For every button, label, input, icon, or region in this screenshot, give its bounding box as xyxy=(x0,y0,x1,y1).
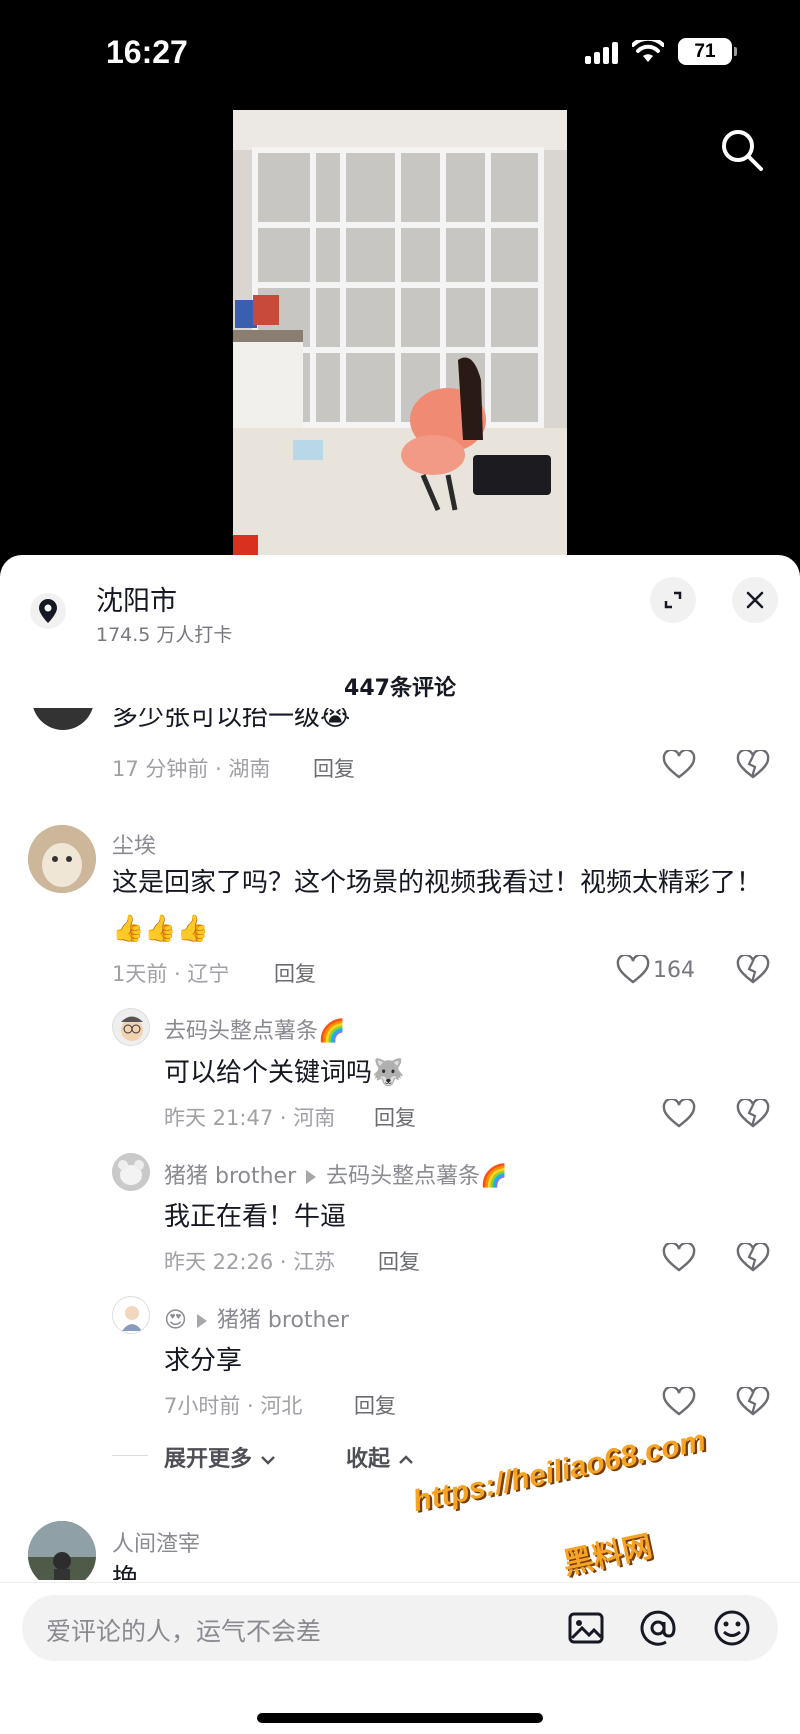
comment-count: 447条评论 xyxy=(344,676,456,701)
heart-icon[interactable] xyxy=(662,1387,696,1417)
heart-icon[interactable] xyxy=(662,1243,696,1273)
comment-text: 可以给个关键词吗🐺 xyxy=(164,1058,405,1088)
comment-username[interactable]: 猪猪 brother xyxy=(164,1164,296,1189)
heart-icon[interactable] xyxy=(662,1099,696,1129)
heart-icon[interactable] xyxy=(616,955,650,985)
reply-arrow-icon xyxy=(306,1170,317,1184)
comment-panel: 沈阳市 174.5 万人打卡 447条评论 多少张可以抬一级😭 17 分钟前 ·… xyxy=(0,555,800,1734)
location-pin-icon xyxy=(30,593,66,629)
reply-to-username[interactable]: 猪猪 brother xyxy=(217,1308,349,1333)
thread-divider xyxy=(112,1455,148,1456)
avatar[interactable] xyxy=(112,1296,150,1334)
comment-text: 我正在看！牛逼 xyxy=(164,1202,347,1232)
avatar[interactable] xyxy=(112,1153,150,1191)
reply-button[interactable]: 回复 xyxy=(354,1390,396,1420)
expand-icon xyxy=(664,591,682,609)
video-preview[interactable] xyxy=(233,110,567,555)
battery-icon: 71 xyxy=(678,38,737,65)
comment-text: 求分享 xyxy=(164,1346,243,1376)
search-icon[interactable] xyxy=(718,126,766,174)
screen: { "status": {"time": "16:27", "battery":… xyxy=(0,0,800,1734)
collapse-label: 收起 xyxy=(346,1447,391,1472)
avatar[interactable] xyxy=(32,708,94,730)
close-button[interactable] xyxy=(732,577,778,623)
battery-level: 71 xyxy=(694,40,716,62)
comment-username[interactable]: 尘埃 xyxy=(112,828,156,860)
status-time: 16:27 xyxy=(106,34,188,70)
reply-button[interactable]: 回复 xyxy=(313,753,355,783)
location-checkins: 174.5 万人打卡 xyxy=(96,624,233,646)
comment-meta: 昨天 22:26 · 江苏 xyxy=(164,1250,336,1274)
reply-button[interactable]: 回复 xyxy=(378,1246,420,1276)
avatar[interactable] xyxy=(28,1521,96,1580)
broken-heart-icon[interactable] xyxy=(736,1243,770,1273)
like-count: 164 xyxy=(653,958,695,983)
broken-heart-icon[interactable] xyxy=(736,1387,770,1417)
comment-username-row: 猪猪 brother 去码头整点薯条🌈 xyxy=(164,1158,508,1190)
wifi-icon xyxy=(632,39,664,62)
at-icon[interactable] xyxy=(638,1608,678,1648)
chevron-up-icon xyxy=(398,1455,413,1464)
comment-input[interactable]: 爱评论的人，运气不会差 xyxy=(22,1595,778,1661)
expand-more-button[interactable]: 展开更多 xyxy=(164,1441,276,1473)
emoji-icon[interactable] xyxy=(712,1608,752,1648)
avatar[interactable] xyxy=(28,825,96,893)
reply-to-username[interactable]: 去码头整点薯条🌈 xyxy=(326,1164,507,1189)
cellular-signal-icon xyxy=(585,40,618,64)
comment-input-placeholder: 爱评论的人，运气不会差 xyxy=(46,1617,322,1646)
chevron-down-icon xyxy=(260,1456,275,1465)
close-icon xyxy=(746,591,764,609)
comment-text: 这是回家了吗？这个场景的视频我看过！视频太精彩了！👍👍👍 xyxy=(112,868,763,944)
image-icon[interactable] xyxy=(566,1608,606,1648)
comment-username-row: 😍 猪猪 brother xyxy=(164,1302,349,1334)
collapse-button[interactable]: 收起 xyxy=(346,1441,414,1473)
comment-text: 多少张可以抬一级😭 xyxy=(112,708,351,732)
comment-meta: 7小时前 · 河北 xyxy=(164,1394,303,1418)
comment-meta: 1天前 · 辽宁 xyxy=(112,962,230,986)
broken-heart-icon[interactable] xyxy=(736,750,770,780)
comment-username[interactable]: 人间渣宰 xyxy=(112,1526,200,1558)
comment-meta: 昨天 21:47 · 河南 xyxy=(164,1106,336,1130)
home-indicator xyxy=(257,1713,543,1723)
comment-input-bar: 爱评论的人，运气不会差 xyxy=(0,1582,800,1734)
reply-button[interactable]: 回复 xyxy=(374,1102,416,1132)
avatar[interactable] xyxy=(112,1008,150,1046)
comment-username[interactable]: 😍 xyxy=(164,1308,187,1333)
comment-text: 挽 xyxy=(112,1564,139,1580)
status-icons: 71 xyxy=(585,38,737,65)
broken-heart-icon[interactable] xyxy=(736,1099,770,1129)
reply-button[interactable]: 回复 xyxy=(274,958,316,988)
comment-username[interactable]: 去码头整点薯条🌈 xyxy=(164,1013,345,1045)
video-frame-image xyxy=(233,110,567,555)
heart-icon[interactable] xyxy=(662,750,696,780)
comment-meta: 17 分钟前 · 湖南 xyxy=(112,757,271,781)
location-title[interactable]: 沈阳市 xyxy=(96,579,177,618)
broken-heart-icon[interactable] xyxy=(736,955,770,985)
reply-arrow-icon xyxy=(196,1314,207,1328)
expand-more-label: 展开更多 xyxy=(164,1447,253,1472)
expand-button[interactable] xyxy=(650,577,696,623)
